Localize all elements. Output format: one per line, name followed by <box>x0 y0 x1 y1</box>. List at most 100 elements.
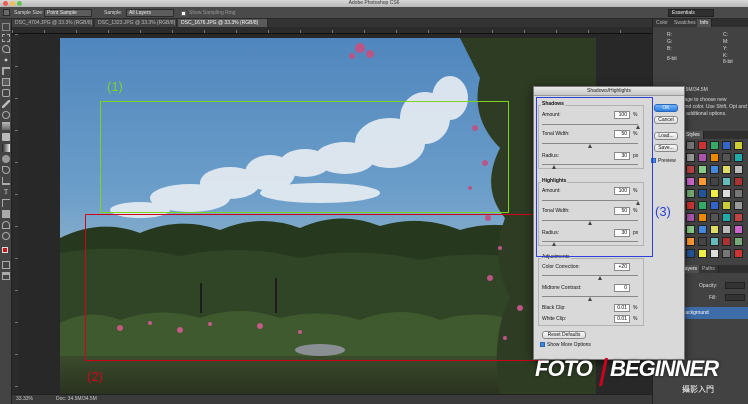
pen-tool-icon[interactable] <box>2 177 10 185</box>
hand-tool-icon[interactable] <box>2 221 10 229</box>
screen-mode-icon[interactable] <box>2 272 10 280</box>
style-swatch[interactable] <box>734 201 743 210</box>
style-swatch[interactable] <box>686 189 695 198</box>
sample-select[interactable]: All Layers <box>126 9 174 17</box>
show-sampling-ring-checkbox[interactable] <box>181 11 186 16</box>
style-swatch[interactable] <box>686 201 695 210</box>
style-swatch[interactable] <box>698 153 707 162</box>
style-swatch[interactable] <box>686 165 695 174</box>
document-tab[interactable]: DSC_1323.JPG @ 33.3% (RGB/8) <box>95 19 177 27</box>
sample-size-select[interactable]: Point Sample <box>44 9 92 17</box>
move-tool-icon[interactable] <box>2 23 10 31</box>
path-selection-tool-icon[interactable] <box>2 199 10 207</box>
rectangle-tool-icon[interactable] <box>2 210 10 218</box>
maximize-window-button[interactable] <box>17 1 22 6</box>
style-swatch[interactable] <box>698 165 707 174</box>
color-correction-slider-thumb[interactable] <box>597 276 602 280</box>
clone-stamp-tool-icon[interactable] <box>2 111 10 119</box>
style-swatch[interactable] <box>722 249 731 258</box>
lasso-tool-icon[interactable] <box>2 45 10 53</box>
style-swatch[interactable] <box>698 177 707 186</box>
white-clip-field[interactable]: 0.01 <box>614 315 630 323</box>
style-swatch[interactable] <box>710 165 719 174</box>
load-button[interactable]: Load... <box>654 132 678 140</box>
style-swatch[interactable] <box>698 201 707 210</box>
color-correction-field[interactable]: +20 <box>614 263 630 271</box>
eyedropper-tool-icon[interactable] <box>2 78 10 86</box>
style-swatch[interactable] <box>698 249 707 258</box>
style-swatch[interactable] <box>686 213 695 222</box>
style-swatch[interactable] <box>710 189 719 198</box>
cancel-button[interactable]: Cancel <box>654 116 678 124</box>
style-swatch[interactable] <box>698 213 707 222</box>
fill-field[interactable] <box>725 294 745 301</box>
zoom-tool-icon[interactable] <box>2 232 10 240</box>
style-swatch[interactable] <box>722 189 731 198</box>
style-swatch[interactable] <box>734 237 743 246</box>
black-clip-field[interactable]: 0.01 <box>614 304 630 312</box>
style-swatch[interactable] <box>734 225 743 234</box>
minimize-window-button[interactable] <box>10 1 15 6</box>
eraser-tool-icon[interactable] <box>2 133 10 141</box>
style-swatch[interactable] <box>710 249 719 258</box>
style-swatch[interactable] <box>722 141 731 150</box>
quick-mask-icon[interactable] <box>2 261 10 269</box>
tab-styles[interactable]: Styles <box>683 131 704 139</box>
style-swatch[interactable] <box>686 225 695 234</box>
save-button[interactable]: Save... <box>654 144 678 152</box>
style-swatch[interactable] <box>710 225 719 234</box>
style-swatch[interactable] <box>710 141 719 150</box>
style-swatch[interactable] <box>734 141 743 150</box>
close-window-button[interactable] <box>3 1 8 6</box>
style-swatch[interactable] <box>734 153 743 162</box>
show-more-options-checkbox[interactable] <box>540 342 545 347</box>
tab-swatches[interactable]: Swatches <box>671 19 700 27</box>
healing-brush-tool-icon[interactable] <box>2 89 10 97</box>
style-swatch[interactable] <box>686 153 695 162</box>
style-swatch[interactable] <box>722 201 731 210</box>
style-swatch[interactable] <box>698 189 707 198</box>
blur-tool-icon[interactable] <box>2 155 10 163</box>
color-correction-slider[interactable] <box>542 275 638 276</box>
dodge-tool-icon[interactable] <box>2 166 10 174</box>
midtone-contrast-slider-thumb[interactable] <box>588 297 592 301</box>
style-swatch[interactable] <box>710 237 719 246</box>
style-swatch[interactable] <box>710 177 719 186</box>
history-brush-tool-icon[interactable] <box>2 122 10 130</box>
type-tool-icon[interactable]: T <box>2 188 10 196</box>
style-swatch[interactable] <box>722 153 731 162</box>
style-swatch[interactable] <box>686 141 695 150</box>
tab-color[interactable]: Color <box>653 19 672 27</box>
marquee-tool-icon[interactable] <box>2 34 10 42</box>
style-swatch[interactable] <box>734 165 743 174</box>
layer-row-background[interactable]: Background <box>679 307 748 319</box>
style-swatch[interactable] <box>698 225 707 234</box>
eyedropper-tool-preset-icon[interactable] <box>3 9 10 16</box>
workspace-switcher[interactable]: Essentials <box>668 9 714 17</box>
style-swatch[interactable] <box>698 141 707 150</box>
style-swatch[interactable] <box>686 237 695 246</box>
midtone-contrast-field[interactable]: 0 <box>614 284 630 292</box>
style-swatch[interactable] <box>734 177 743 186</box>
reset-defaults-button[interactable]: Reset Defaults <box>542 331 586 339</box>
style-swatch[interactable] <box>722 165 731 174</box>
gradient-tool-icon[interactable] <box>2 144 10 152</box>
style-swatch[interactable] <box>734 249 743 258</box>
style-swatch[interactable] <box>710 153 719 162</box>
tab-info[interactable]: Info <box>697 19 713 27</box>
crop-tool-icon[interactable] <box>2 67 10 75</box>
document-tab-active[interactable]: DSC_1676.JPG @ 33.3% (RGB/8) <box>178 19 268 27</box>
style-swatch[interactable] <box>722 177 731 186</box>
style-swatch[interactable] <box>722 213 731 222</box>
foreground-color-swatch[interactable] <box>2 247 8 253</box>
style-swatch[interactable] <box>734 213 743 222</box>
style-swatch[interactable] <box>722 237 731 246</box>
quick-selection-tool-icon[interactable] <box>2 56 10 64</box>
ok-button[interactable]: OK <box>654 104 678 112</box>
style-swatch[interactable] <box>698 237 707 246</box>
style-swatch[interactable] <box>710 213 719 222</box>
style-swatch[interactable] <box>734 189 743 198</box>
brush-tool-icon[interactable] <box>2 100 10 108</box>
style-swatch[interactable] <box>710 201 719 210</box>
style-swatch[interactable] <box>686 177 695 186</box>
